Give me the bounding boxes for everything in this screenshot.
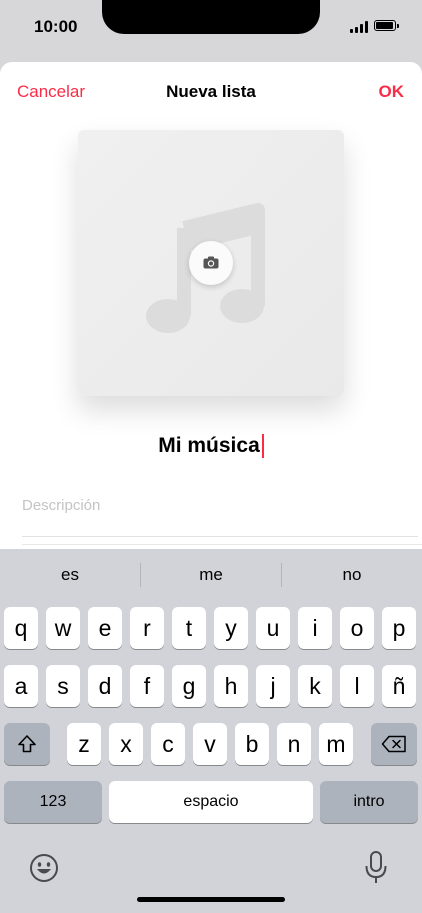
camera-icon bbox=[203, 256, 219, 269]
home-indicator[interactable] bbox=[137, 897, 285, 902]
text-cursor bbox=[261, 434, 264, 459]
key-p[interactable]: p bbox=[382, 607, 416, 649]
key-m[interactable]: m bbox=[319, 723, 353, 765]
key-o[interactable]: o bbox=[340, 607, 374, 649]
status-time: 10:00 bbox=[34, 17, 78, 36]
key-w[interactable]: w bbox=[46, 607, 80, 649]
key-e[interactable]: e bbox=[88, 607, 122, 649]
suggestion-1[interactable]: es bbox=[0, 565, 140, 585]
key-g[interactable]: g bbox=[172, 665, 206, 707]
key-c[interactable]: c bbox=[151, 723, 185, 765]
shift-key[interactable] bbox=[4, 723, 50, 765]
key-r[interactable]: r bbox=[130, 607, 164, 649]
return-key[interactable]: intro bbox=[320, 781, 418, 823]
phone-screen: 10:00 Nueva lista Cancelar OK Mi música … bbox=[0, 0, 422, 913]
playlist-name-field[interactable]: Mi música bbox=[0, 434, 422, 464]
description-field[interactable]: Descripción bbox=[22, 488, 418, 537]
ok-button[interactable]: OK bbox=[379, 82, 405, 102]
description-placeholder: Descripción bbox=[22, 497, 101, 514]
playlist-artwork[interactable] bbox=[78, 130, 344, 396]
key-v[interactable]: v bbox=[193, 723, 227, 765]
key-u[interactable]: u bbox=[256, 607, 290, 649]
key-q[interactable]: q bbox=[4, 607, 38, 649]
suggestion-bar: es me no bbox=[0, 549, 422, 605]
key-y[interactable]: y bbox=[214, 607, 248, 649]
playlist-name-text: Mi música bbox=[158, 434, 260, 457]
key-z[interactable]: z bbox=[67, 723, 101, 765]
nav-bar: Nueva lista Cancelar OK bbox=[0, 62, 422, 122]
key-n[interactable]: n bbox=[277, 723, 311, 765]
keyboard: es me no q w e r t y u i o p a s d f g h… bbox=[0, 549, 422, 913]
space-key[interactable]: espacio bbox=[109, 781, 313, 823]
key-b[interactable]: b bbox=[235, 723, 269, 765]
key-s[interactable]: s bbox=[46, 665, 80, 707]
key-l[interactable]: l bbox=[340, 665, 374, 707]
suggestion-2[interactable]: me bbox=[141, 565, 281, 585]
signal-icon bbox=[350, 21, 370, 33]
key-x[interactable]: x bbox=[109, 723, 143, 765]
key-n-tilde[interactable]: ñ bbox=[382, 665, 416, 707]
key-j[interactable]: j bbox=[256, 665, 290, 707]
notch bbox=[102, 0, 320, 34]
key-k[interactable]: k bbox=[298, 665, 332, 707]
new-playlist-sheet: Nueva lista Cancelar OK Mi música Descri… bbox=[0, 62, 422, 562]
delete-icon bbox=[381, 735, 406, 753]
suggestion-3[interactable]: no bbox=[282, 565, 422, 585]
key-a[interactable]: a bbox=[4, 665, 38, 707]
delete-key[interactable] bbox=[371, 723, 417, 765]
key-i[interactable]: i bbox=[298, 607, 332, 649]
status-bar: 10:00 bbox=[0, 0, 422, 56]
divider bbox=[22, 544, 422, 545]
battery-icon bbox=[374, 20, 399, 31]
key-h[interactable]: h bbox=[214, 665, 248, 707]
key-t[interactable]: t bbox=[172, 607, 206, 649]
cancel-button[interactable]: Cancelar bbox=[17, 82, 85, 102]
camera-button[interactable] bbox=[189, 241, 233, 285]
shift-icon bbox=[18, 735, 36, 753]
microphone-icon[interactable] bbox=[364, 851, 388, 885]
numbers-key[interactable]: 123 bbox=[4, 781, 102, 823]
key-f[interactable]: f bbox=[130, 665, 164, 707]
emoji-icon[interactable] bbox=[29, 853, 59, 883]
key-d[interactable]: d bbox=[88, 665, 122, 707]
